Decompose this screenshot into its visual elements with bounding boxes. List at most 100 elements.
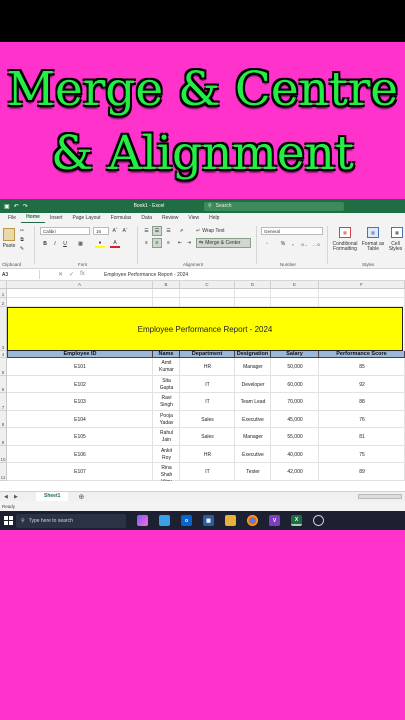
conditional-formatting-button[interactable]: Conditional Formatting bbox=[330, 240, 360, 254]
table-cell[interactable]: IT bbox=[180, 376, 235, 393]
accounting-format-icon[interactable]: ▫ bbox=[262, 240, 272, 248]
row-header[interactable]: 10 bbox=[0, 446, 7, 463]
sheet-tab-sheet1[interactable]: Sheet1 bbox=[36, 491, 69, 502]
table-cell[interactable]: Manager bbox=[235, 428, 271, 446]
row-header[interactable]: 7 bbox=[0, 393, 7, 411]
increase-indent-icon[interactable]: ⇥ bbox=[185, 239, 193, 247]
tab-formulas[interactable]: Formulas bbox=[106, 213, 137, 223]
row-header[interactable]: 9 bbox=[0, 428, 7, 446]
table-cell[interactable]: 60,000 bbox=[271, 376, 319, 393]
table-cell[interactable]: Pooja Yadav bbox=[153, 411, 180, 428]
table-cell[interactable]: Executive bbox=[235, 446, 271, 463]
table-cell[interactable]: 75 bbox=[319, 446, 405, 463]
row-header[interactable]: 1 bbox=[0, 289, 7, 298]
tab-insert[interactable]: Insert bbox=[45, 213, 68, 223]
copy-icon[interactable]: ⧉ bbox=[18, 236, 26, 243]
column-header-a[interactable]: A bbox=[7, 281, 153, 289]
spreadsheet-grid[interactable]: A B C D E F 123456789101112Employee Perf… bbox=[0, 281, 405, 481]
table-header-cell[interactable]: Employee ID bbox=[7, 351, 153, 358]
row-header[interactable]: 11 bbox=[0, 463, 7, 481]
table-cell[interactable]: IT bbox=[180, 463, 235, 481]
cancel-icon[interactable]: ✕ bbox=[58, 271, 63, 278]
row-header[interactable]: 8 bbox=[0, 411, 7, 428]
row-header[interactable]: 5 bbox=[0, 358, 7, 376]
windows-start-icon[interactable] bbox=[4, 516, 13, 525]
paste-icon[interactable] bbox=[3, 228, 15, 241]
bold-button[interactable]: B bbox=[41, 240, 49, 248]
visual-studio-icon[interactable]: V bbox=[269, 515, 280, 526]
table-cell[interactable]: Manager bbox=[235, 358, 271, 376]
tab-help[interactable]: Help bbox=[204, 213, 224, 223]
column-header-e[interactable]: E bbox=[271, 281, 319, 289]
table-cell[interactable]: 45,000 bbox=[271, 411, 319, 428]
store-icon[interactable]: ▦ bbox=[203, 515, 214, 526]
table-cell[interactable]: Sita Gupta bbox=[153, 376, 180, 393]
font-size-select[interactable]: 16 bbox=[93, 227, 109, 235]
table-cell[interactable]: Executive bbox=[235, 411, 271, 428]
number-format-select[interactable]: General bbox=[261, 227, 323, 235]
row-header[interactable]: 4 bbox=[0, 351, 7, 358]
table-header-cell[interactable]: Designation bbox=[235, 351, 271, 358]
borders-icon[interactable]: ▦ bbox=[76, 240, 85, 248]
enter-icon[interactable]: ✓ bbox=[69, 271, 74, 278]
add-sheet-icon[interactable]: ⊕ bbox=[78, 493, 84, 501]
search-box[interactable]: ⚲ Search bbox=[204, 201, 344, 211]
format-as-table-icon[interactable]: ▦ bbox=[367, 227, 379, 238]
outlook-icon[interactable]: o bbox=[181, 515, 192, 526]
table-cell[interactable]: HR bbox=[180, 358, 235, 376]
table-cell[interactable]: 92 bbox=[319, 376, 405, 393]
table-cell[interactable]: HR bbox=[180, 446, 235, 463]
table-cell[interactable]: E104 bbox=[7, 411, 153, 428]
table-cell[interactable]: Ankit Roy bbox=[153, 446, 180, 463]
prev-sheet-icon[interactable]: ◀ bbox=[4, 494, 8, 500]
table-cell[interactable]: 85 bbox=[319, 358, 405, 376]
column-header-c[interactable]: C bbox=[180, 281, 235, 289]
table-header-cell[interactable]: Department bbox=[180, 351, 235, 358]
undo-icon[interactable]: ↶ bbox=[14, 203, 19, 210]
wrap-text-button[interactable]: ↵ Wrap Text bbox=[196, 227, 236, 235]
table-cell[interactable]: 76 bbox=[319, 411, 405, 428]
table-cell[interactable]: E101 bbox=[7, 358, 153, 376]
chrome-icon[interactable] bbox=[247, 515, 258, 526]
decrease-font-icon[interactable]: Aˇ bbox=[121, 227, 129, 235]
table-cell[interactable]: E105 bbox=[7, 428, 153, 446]
table-cell[interactable]: Developer bbox=[235, 376, 271, 393]
file-explorer-icon[interactable] bbox=[225, 515, 236, 526]
table-cell[interactable]: Sales bbox=[180, 411, 235, 428]
align-top-icon[interactable]: ☰ bbox=[142, 227, 151, 235]
format-as-table-button[interactable]: Format as Table bbox=[361, 240, 385, 254]
formula-input[interactable]: Employee Performance Report - 2024 bbox=[100, 272, 188, 278]
select-all-corner[interactable] bbox=[0, 281, 7, 289]
decrease-decimal-icon[interactable]: ←.0 bbox=[311, 240, 321, 248]
row-header[interactable]: 6 bbox=[0, 376, 7, 393]
save-icon[interactable]: ▣ bbox=[4, 203, 10, 210]
table-cell[interactable]: 88 bbox=[319, 393, 405, 411]
increase-decimal-icon[interactable]: .0→ bbox=[299, 240, 309, 248]
table-cell[interactable]: E107 bbox=[7, 463, 153, 481]
table-cell[interactable]: 89 bbox=[319, 463, 405, 481]
tab-data[interactable]: Data bbox=[136, 213, 157, 223]
table-header-cell[interactable]: Performance Score bbox=[319, 351, 405, 358]
table-cell[interactable]: E103 bbox=[7, 393, 153, 411]
cut-icon[interactable]: ✂ bbox=[18, 227, 26, 234]
tab-page-layout[interactable]: Page Layout bbox=[67, 213, 105, 223]
cell-styles-icon[interactable]: ▦ bbox=[391, 227, 403, 238]
decrease-indent-icon[interactable]: ⇤ bbox=[176, 239, 184, 247]
table-cell[interactable]: Tester bbox=[235, 463, 271, 481]
table-cell[interactable]: Rahul Jain bbox=[153, 428, 180, 446]
copilot-icon[interactable] bbox=[137, 515, 148, 526]
redo-icon[interactable]: ↷ bbox=[23, 203, 28, 210]
function-icon[interactable]: fx bbox=[80, 271, 85, 278]
align-middle-icon[interactable]: ☰ bbox=[152, 226, 162, 236]
comma-button[interactable]: , bbox=[289, 240, 297, 248]
paste-button[interactable]: Paste bbox=[1, 243, 17, 249]
table-header-cell[interactable]: Salary bbox=[271, 351, 319, 358]
table-cell[interactable]: E106 bbox=[7, 446, 153, 463]
italic-button[interactable]: I bbox=[51, 240, 59, 248]
fill-color-icon[interactable]: ♦ bbox=[95, 240, 105, 248]
column-header-f[interactable]: F bbox=[319, 281, 405, 289]
row-header[interactable]: 3 bbox=[0, 307, 7, 351]
font-color-icon[interactable]: A bbox=[110, 240, 120, 248]
table-cell[interactable]: Sales bbox=[180, 428, 235, 446]
table-cell[interactable]: Ravi Singh bbox=[153, 393, 180, 411]
